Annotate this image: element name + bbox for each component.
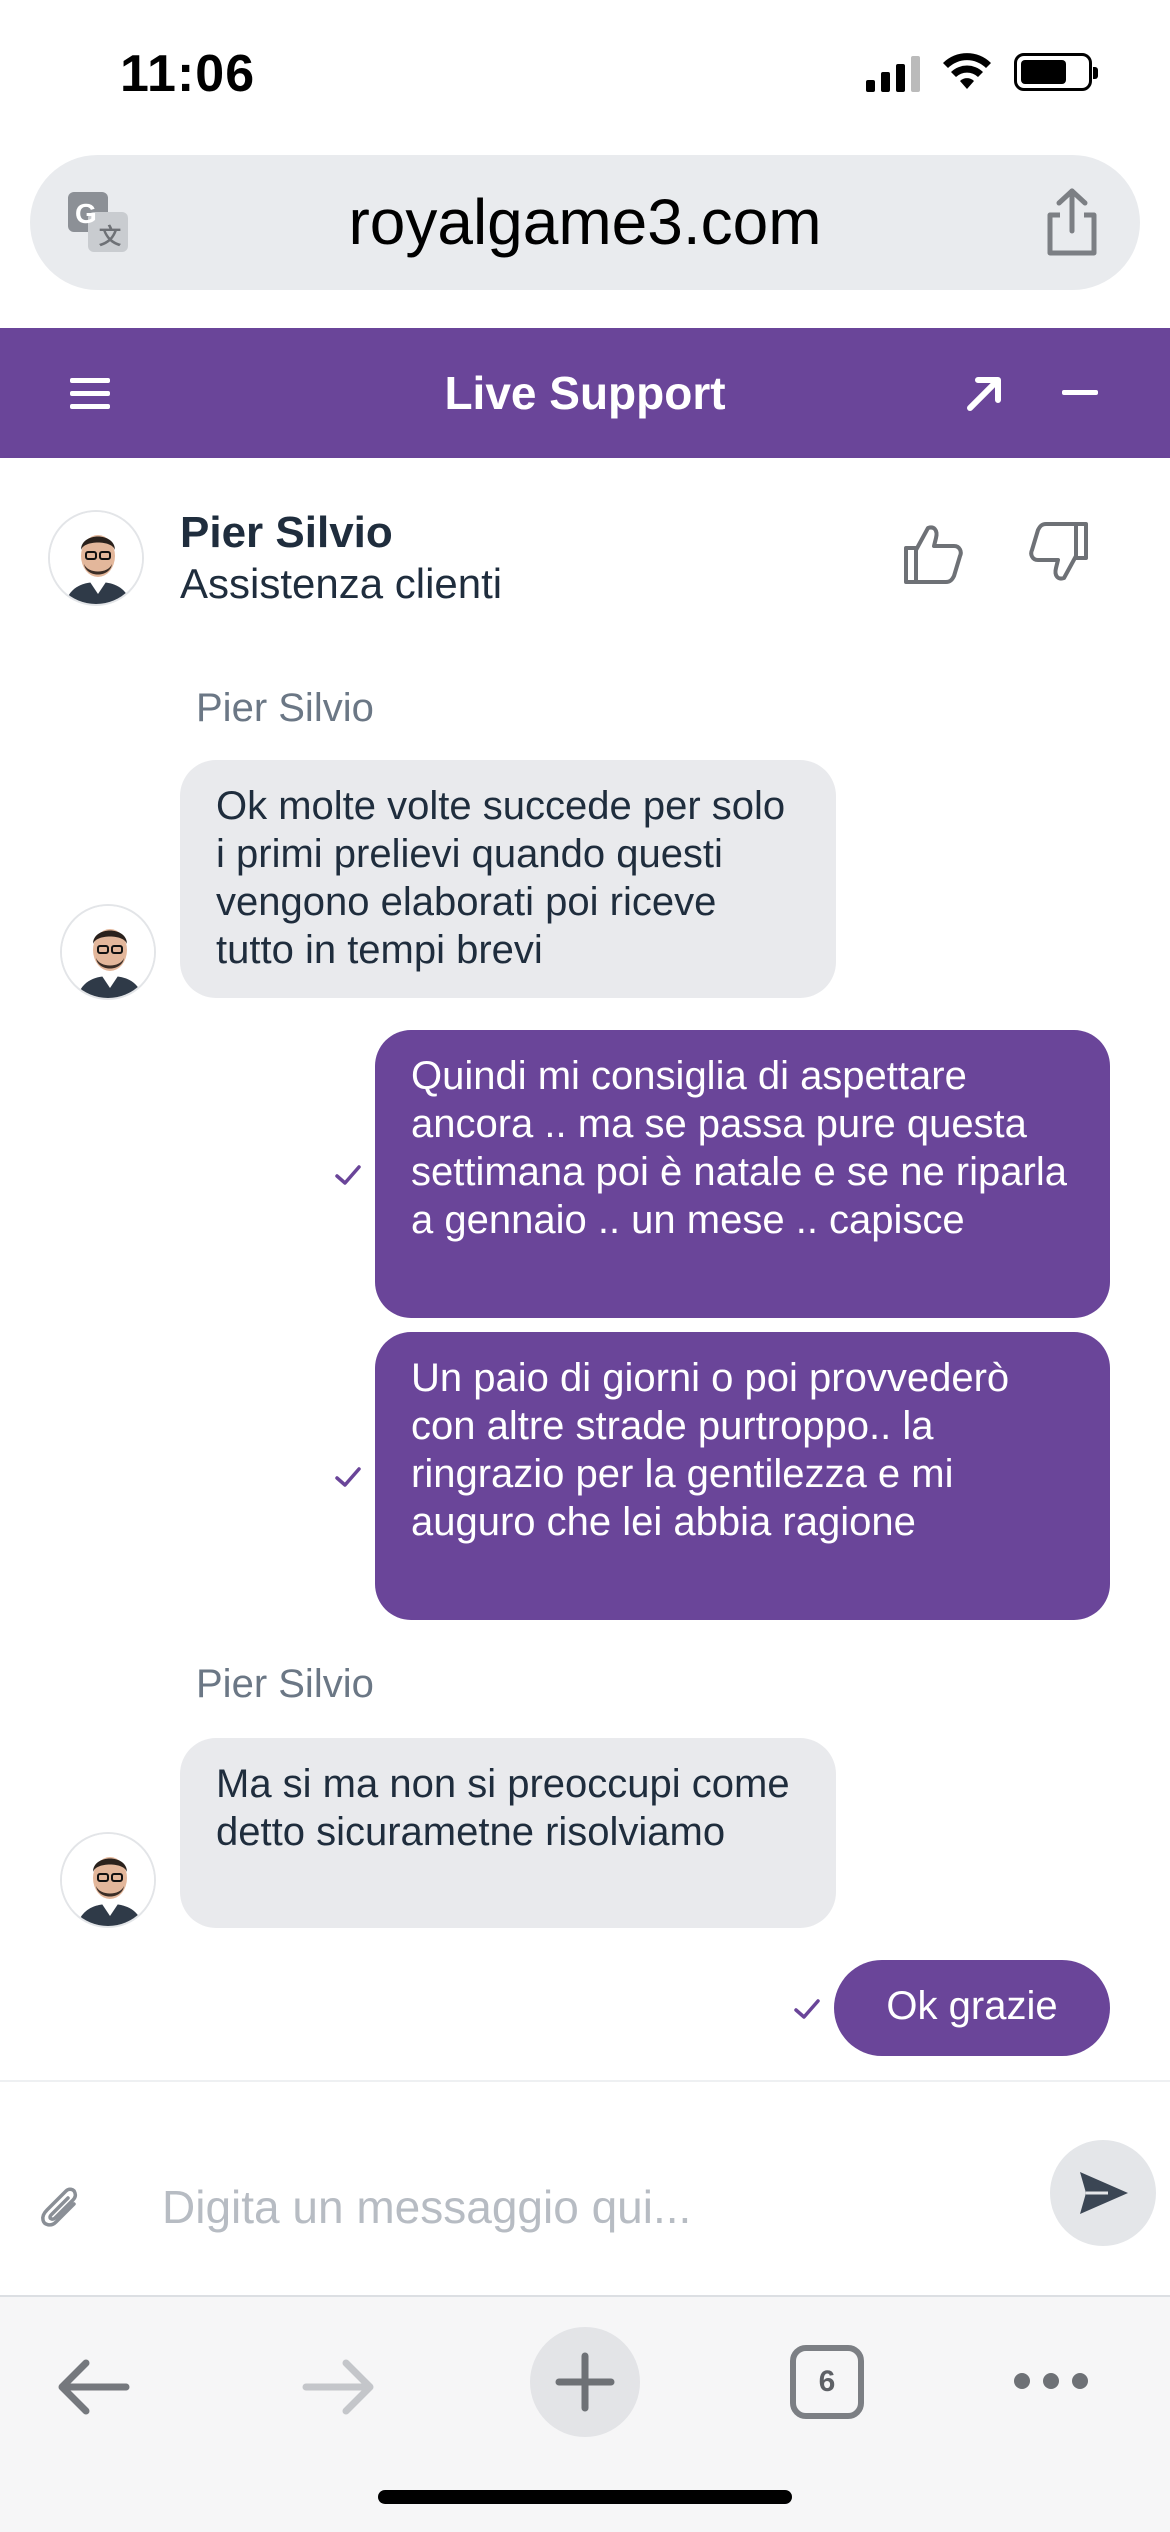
paperclip-icon[interactable] (38, 2182, 82, 2234)
message-text: Quindi mi consiglia di aspettare ancora … (411, 1054, 1067, 1242)
agent-name: Pier Silvio (180, 508, 393, 557)
agent-message: Ok molte volte succede per solo i primi … (180, 760, 836, 998)
status-bar: 11:06 (0, 0, 1170, 150)
back-arrow-icon[interactable] (56, 2357, 132, 2417)
plus-icon (555, 2352, 615, 2412)
message-text: Ok molte volte succede per solo i primi … (216, 784, 786, 972)
check-icon (335, 1467, 361, 1487)
agent-avatar (60, 904, 156, 1000)
user-message: Un paio di giorni o poi provvederò con a… (375, 1332, 1110, 1620)
agent-message: Ma si ma non si preoccupi come detto sic… (180, 1738, 836, 1928)
message-input[interactable] (162, 2172, 1022, 2242)
thumbs-up-icon[interactable] (898, 518, 968, 588)
more-icon[interactable] (1014, 2373, 1088, 2389)
url-bar[interactable]: G 文 royalgame3.com (30, 155, 1140, 290)
expand-icon[interactable] (962, 372, 1006, 416)
message-text: Ok grazie (886, 1984, 1058, 2028)
message-composer (0, 2080, 1170, 2295)
message-sender: Pier Silvio (196, 686, 374, 730)
message-text: Ma si ma non si preoccupi come detto sic… (216, 1762, 790, 1854)
check-icon (794, 1999, 820, 2019)
send-button[interactable] (1050, 2140, 1156, 2246)
message-text: Un paio di giorni o poi provvederò con a… (411, 1356, 1010, 1544)
user-message: Quindi mi consiglia di aspettare ancora … (375, 1030, 1110, 1318)
status-time: 11:06 (120, 45, 256, 103)
minimize-icon[interactable] (1062, 390, 1098, 395)
agent-avatar (48, 510, 144, 606)
home-indicator[interactable] (378, 2490, 792, 2504)
share-icon[interactable] (1042, 187, 1102, 257)
check-icon (335, 1165, 361, 1185)
battery-icon (1014, 53, 1098, 91)
new-tab-button[interactable] (530, 2327, 640, 2437)
wifi-icon (943, 53, 991, 89)
status-icons (866, 52, 1098, 92)
thumbs-down-icon[interactable] (1024, 518, 1094, 588)
forward-arrow-icon[interactable] (300, 2357, 376, 2417)
message-sender: Pier Silvio (196, 1662, 374, 1706)
agent-role: Assistenza clienti (180, 560, 503, 607)
user-message: Ok grazie (834, 1960, 1110, 2056)
send-icon (1080, 2172, 1128, 2214)
cellular-signal-icon (866, 52, 920, 92)
agent-avatar (60, 1832, 156, 1928)
tabs-button[interactable]: 6 (790, 2345, 864, 2419)
chat-messages[interactable]: Pier Silvio Ok molte volte succede per s… (0, 656, 1170, 2080)
live-support-header: Live Support (0, 328, 1170, 458)
agent-info: Pier Silvio Assistenza clienti (0, 458, 1170, 656)
url-text[interactable]: royalgame3.com (30, 185, 1140, 259)
